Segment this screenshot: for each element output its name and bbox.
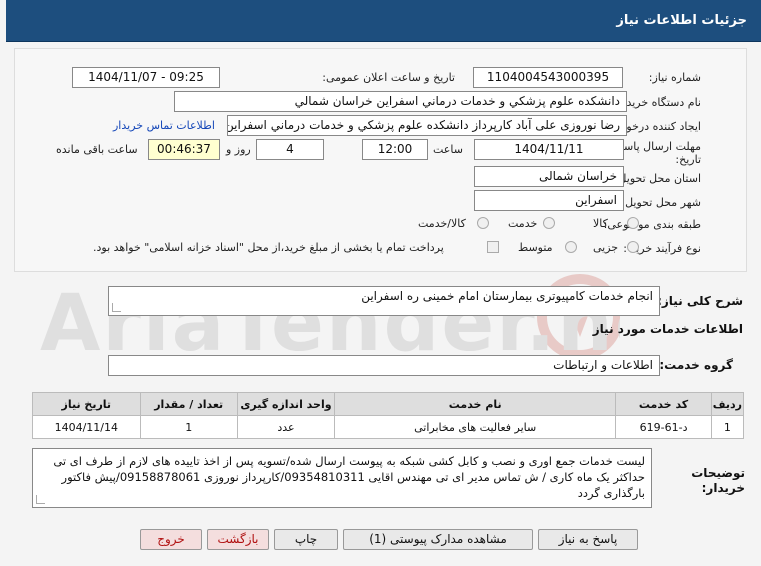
cell-service-code: د-61-619 <box>615 415 712 439</box>
creator-field: رضا نوروزی علی آباد کارپرداز دانشکده علو… <box>227 115 627 136</box>
buyer-notes-label-2: خریدار: <box>701 481 745 495</box>
days-label: روز و <box>226 143 251 156</box>
cell-need-date: 1404/11/14 <box>32 415 141 439</box>
category-radio-goods-service[interactable] <box>477 217 489 229</box>
process-radio-minor[interactable] <box>627 241 639 253</box>
treasury-payment-checkbox[interactable] <box>487 241 499 253</box>
service-group-field: اطلاعات و ارتباطات <box>108 355 660 376</box>
table-header-row: ردیف کد خدمت نام خدمت واحد اندازه گیری ت… <box>32 392 745 416</box>
category-radio-goods[interactable] <box>627 217 639 229</box>
cell-unit: عدد <box>236 415 336 439</box>
col-header-row-number: ردیف <box>710 392 745 416</box>
need-number-field: 1104004543000395 <box>473 67 623 88</box>
city-field: اسفراین <box>474 190 624 211</box>
services-table: ردیف کد خدمت نام خدمت واحد اندازه گیری ت… <box>32 392 745 439</box>
remaining-time-field: 00:46:37 <box>148 139 220 160</box>
province-field: خراسان شمالی <box>474 166 624 187</box>
city-label: شهر محل تحویل: <box>621 196 701 209</box>
summary-label: شرح کلی نیاز: <box>657 294 743 308</box>
col-header-quantity: تعداد / مقدار <box>139 392 238 416</box>
page-title: جزئیات اطلاعات نیاز <box>616 13 747 28</box>
process-option-minor: جزیی <box>593 241 619 254</box>
buyer-name-label: نام دستگاه خریدار: <box>614 96 701 109</box>
buyer-notes-text: لیست خدمات جمع اوری و نصب و کابل کشی شبک… <box>53 454 645 500</box>
announce-datetime-label: تاریخ و ساعت اعلان عمومی: <box>322 71 455 84</box>
resize-grip-icon[interactable] <box>36 495 45 504</box>
remaining-time-label: ساعت باقی مانده <box>56 143 138 156</box>
col-header-need-date: تاریخ نیاز <box>32 392 141 416</box>
process-option-medium: متوسط <box>518 241 553 254</box>
summary-text: انجام خدمات کامپیوتری بیمارستان امام خمی… <box>361 289 653 303</box>
reply-button[interactable]: پاسخ به نیاز <box>538 529 638 550</box>
deadline-time-field: 12:00 <box>362 139 428 160</box>
attachments-button[interactable]: مشاهده مدارک پیوستی (1) <box>343 529 533 550</box>
cell-service-name: سایر فعالیت های مخابراتی <box>334 415 617 439</box>
need-number-label: شماره نیاز: <box>648 71 701 84</box>
category-option-goods: کالا <box>593 217 608 230</box>
category-label: طبقه بندی موضوعی: <box>603 218 701 231</box>
buyer-contact-link[interactable]: اطلاعات تماس خریدار <box>113 119 215 132</box>
resize-grip-icon[interactable] <box>112 303 121 312</box>
page-header: جزئیات اطلاعات نیاز <box>6 0 761 42</box>
buyer-notes-label: توضیحات <box>691 466 745 480</box>
province-label: استان محل تحویل: <box>614 172 701 185</box>
services-section-title: اطلاعات خدمات مورد نیاز <box>592 322 743 336</box>
cell-quantity: 1 <box>139 415 238 439</box>
service-group-label: گروه خدمت: <box>659 358 733 372</box>
buyer-notes-field: لیست خدمات جمع اوری و نصب و کابل کشی شبک… <box>32 448 652 508</box>
announce-datetime-field: 1404/11/07 - 09:25 <box>72 67 220 88</box>
deadline-date-field: 1404/11/11 <box>474 139 624 160</box>
need-details-page: AriaTender.net جزئیات اطلاعات نیاز شماره… <box>0 0 761 566</box>
buyer-name-field: دانشکده علوم پزشکي و خدمات درماني اسفراي… <box>174 91 627 112</box>
col-header-service-name: نام خدمت <box>334 392 617 416</box>
cell-row-number: 1 <box>710 415 745 439</box>
treasury-payment-note: پرداخت تمام یا بخشی از مبلغ خرید،از محل … <box>93 241 444 254</box>
back-button[interactable]: بازگشت <box>207 529 269 550</box>
remaining-days-field: 4 <box>256 139 324 160</box>
category-option-service: خدمت <box>508 217 538 230</box>
col-header-unit: واحد اندازه گیری <box>236 392 336 416</box>
deadline-time-label: ساعت <box>433 143 463 156</box>
col-header-service-code: کد خدمت <box>615 392 712 416</box>
category-radio-service[interactable] <box>543 217 555 229</box>
print-button[interactable]: چاپ <box>274 529 338 550</box>
deadline-date-label: تاریخ: <box>675 153 701 166</box>
process-radio-medium[interactable] <box>565 241 577 253</box>
summary-field: انجام خدمات کامپیوتری بیمارستان امام خمی… <box>108 286 660 316</box>
exit-button[interactable]: خروج <box>140 529 202 550</box>
table-row: 1 د-61-619 سایر فعالیت های مخابراتی عدد … <box>32 415 745 439</box>
category-option-goods-service: کالا/خدمت <box>418 217 466 230</box>
